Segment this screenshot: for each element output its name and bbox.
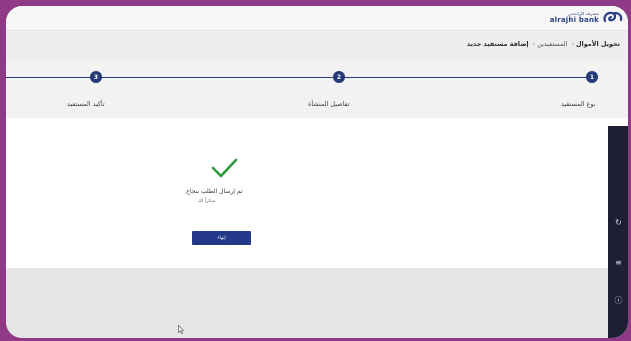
breadcrumb-separator: › xyxy=(532,40,536,48)
page-footer xyxy=(6,268,628,338)
refresh-icon[interactable]: ↻ xyxy=(614,218,623,227)
breadcrumb-item-add-beneficiary: إضافة مستفيد جديد xyxy=(466,40,529,48)
mouse-pointer-icon xyxy=(178,325,184,334)
side-toolbar: ↻ ≡ ⓘ xyxy=(608,126,628,338)
breadcrumb-separator: › xyxy=(571,40,574,48)
breadcrumb: تحويل الأموال› المستفيدين› إضافة مستفيد … xyxy=(467,40,620,48)
top-bar: مصرف الراجحي alrajhi bank xyxy=(6,6,628,31)
bank-logo[interactable]: مصرف الراجحي alrajhi bank xyxy=(550,8,624,26)
breadcrumb-item-beneficiaries[interactable]: المستفيدين xyxy=(537,40,567,48)
menu-icon[interactable]: ≡ xyxy=(614,258,623,267)
progress-stepper: 1 نوع المستفيد 2 تفاصيل المنشأة 3 تأكيد … xyxy=(6,60,628,118)
browser-screen: مصرف الراجحي alrajhi bank تحويل الأموال›… xyxy=(6,6,628,338)
alrajhi-logo-icon xyxy=(603,11,623,23)
step-1-indicator: 1 xyxy=(586,71,598,83)
success-panel: تم إرسال الطلب بنجاح شكراً لك إنهاء xyxy=(6,118,628,268)
step-1-label: نوع المستفيد xyxy=(561,100,596,108)
finish-button[interactable]: إنهاء xyxy=(192,231,251,245)
check-icon xyxy=(211,158,238,178)
brand-name-latin: alrajhi bank xyxy=(549,16,599,24)
step-3-label: تأكيد المستفيد xyxy=(67,100,105,108)
success-message: تم إرسال الطلب بنجاح xyxy=(186,188,243,195)
breadcrumb-item-transfer[interactable]: تحويل الأموال xyxy=(576,40,620,48)
info-icon[interactable]: ⓘ xyxy=(614,296,623,305)
step-3-indicator: 3 xyxy=(90,71,102,83)
step-2-indicator: 2 xyxy=(333,71,345,83)
brand-name-arabic: مصرف الراجحي xyxy=(567,11,599,16)
brand-name: مصرف الراجحي alrajhi bank xyxy=(550,10,599,24)
success-subtitle: شكراً لك xyxy=(198,199,215,204)
step-2-label: تفاصيل المنشأة xyxy=(308,100,350,108)
